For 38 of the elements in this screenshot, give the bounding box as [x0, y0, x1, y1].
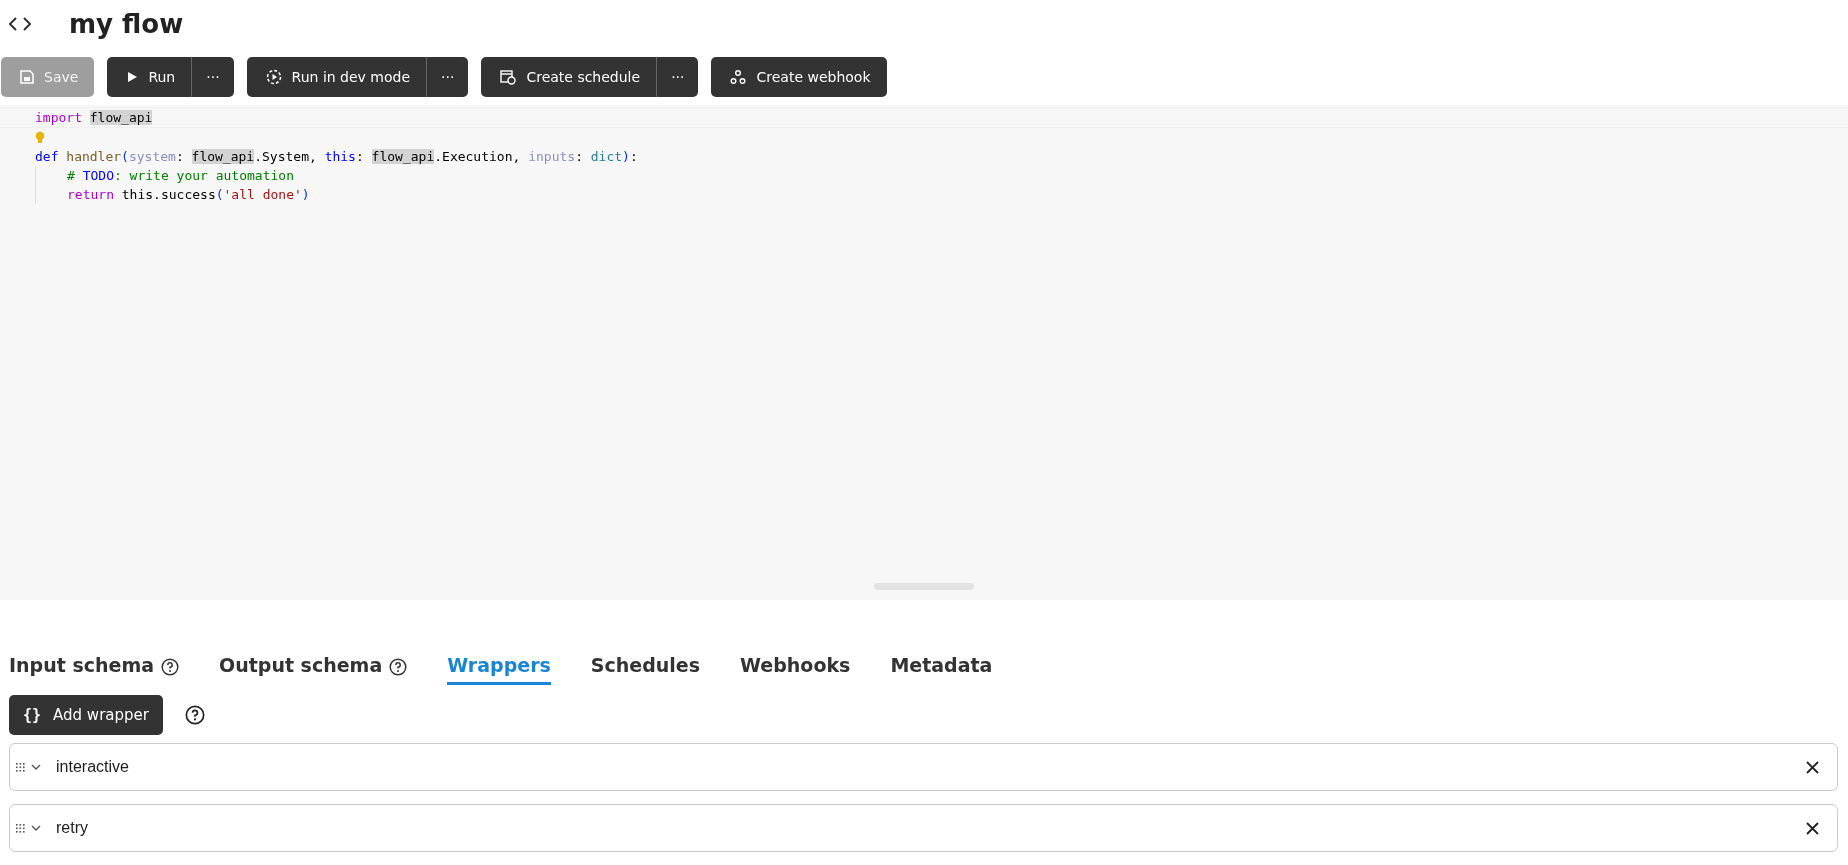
close-icon[interactable]: [1806, 821, 1819, 835]
toolbar-button[interactable]: Run in dev mode: [246, 57, 427, 97]
code-line: # TODO: write your automation: [67, 168, 294, 183]
tab[interactable]: Schedules: [590, 648, 701, 685]
code-icon: [9, 17, 31, 31]
webhook-icon: [730, 69, 747, 85]
code-editor[interactable]: import flow_api def handler(system: flow_api.System, this: flow_api.Execution, inputs: dict): # TODO: write your automation return this.success('all done'): [0, 105, 1848, 600]
tab[interactable]: Webhooks: [740, 648, 851, 685]
tab[interactable]: Wrappers: [447, 648, 551, 685]
drag-handle-icon[interactable]: [16, 823, 25, 833]
chevron-down-icon[interactable]: [31, 825, 41, 831]
help-icon[interactable]: [184, 705, 205, 725]
wrapper-row[interactable]: retry: [9, 804, 1838, 852]
toolbar-button[interactable]: Create schedule: [481, 57, 657, 97]
toolbar-button[interactable]: Run: [107, 57, 192, 97]
help-icon[interactable]: [161, 657, 180, 676]
add-wrapper-button[interactable]: {} Add wrapper: [9, 695, 163, 735]
play-circle-icon: [265, 69, 282, 85]
page-title: my flow: [69, 9, 184, 39]
code-line: import flow_api: [35, 110, 153, 125]
more-button[interactable]: ···: [426, 57, 469, 97]
toolbar-button[interactable]: Create webhook: [711, 57, 887, 97]
close-icon[interactable]: [1806, 760, 1819, 774]
play-icon: [126, 71, 139, 83]
tab[interactable]: Metadata: [890, 648, 993, 685]
help-icon[interactable]: [389, 657, 408, 676]
wrapper-name: interactive: [56, 758, 130, 776]
wrapper-row[interactable]: interactive: [9, 743, 1838, 791]
more-button[interactable]: ···: [191, 57, 234, 97]
tab[interactable]: Output schema: [219, 648, 383, 685]
code-line: def handler(system: flow_api.System, this: flow_api.Execution, inputs: dict):: [35, 149, 638, 164]
drag-handle-icon[interactable]: [16, 762, 25, 772]
wrapper-name: retry: [56, 819, 89, 837]
tab[interactable]: Input schema: [9, 648, 155, 685]
chevron-down-icon[interactable]: [31, 764, 41, 770]
calendar-clock-icon: [500, 69, 517, 85]
code-line: return this.success('all done'): [67, 187, 310, 202]
more-button[interactable]: ···: [656, 57, 699, 97]
